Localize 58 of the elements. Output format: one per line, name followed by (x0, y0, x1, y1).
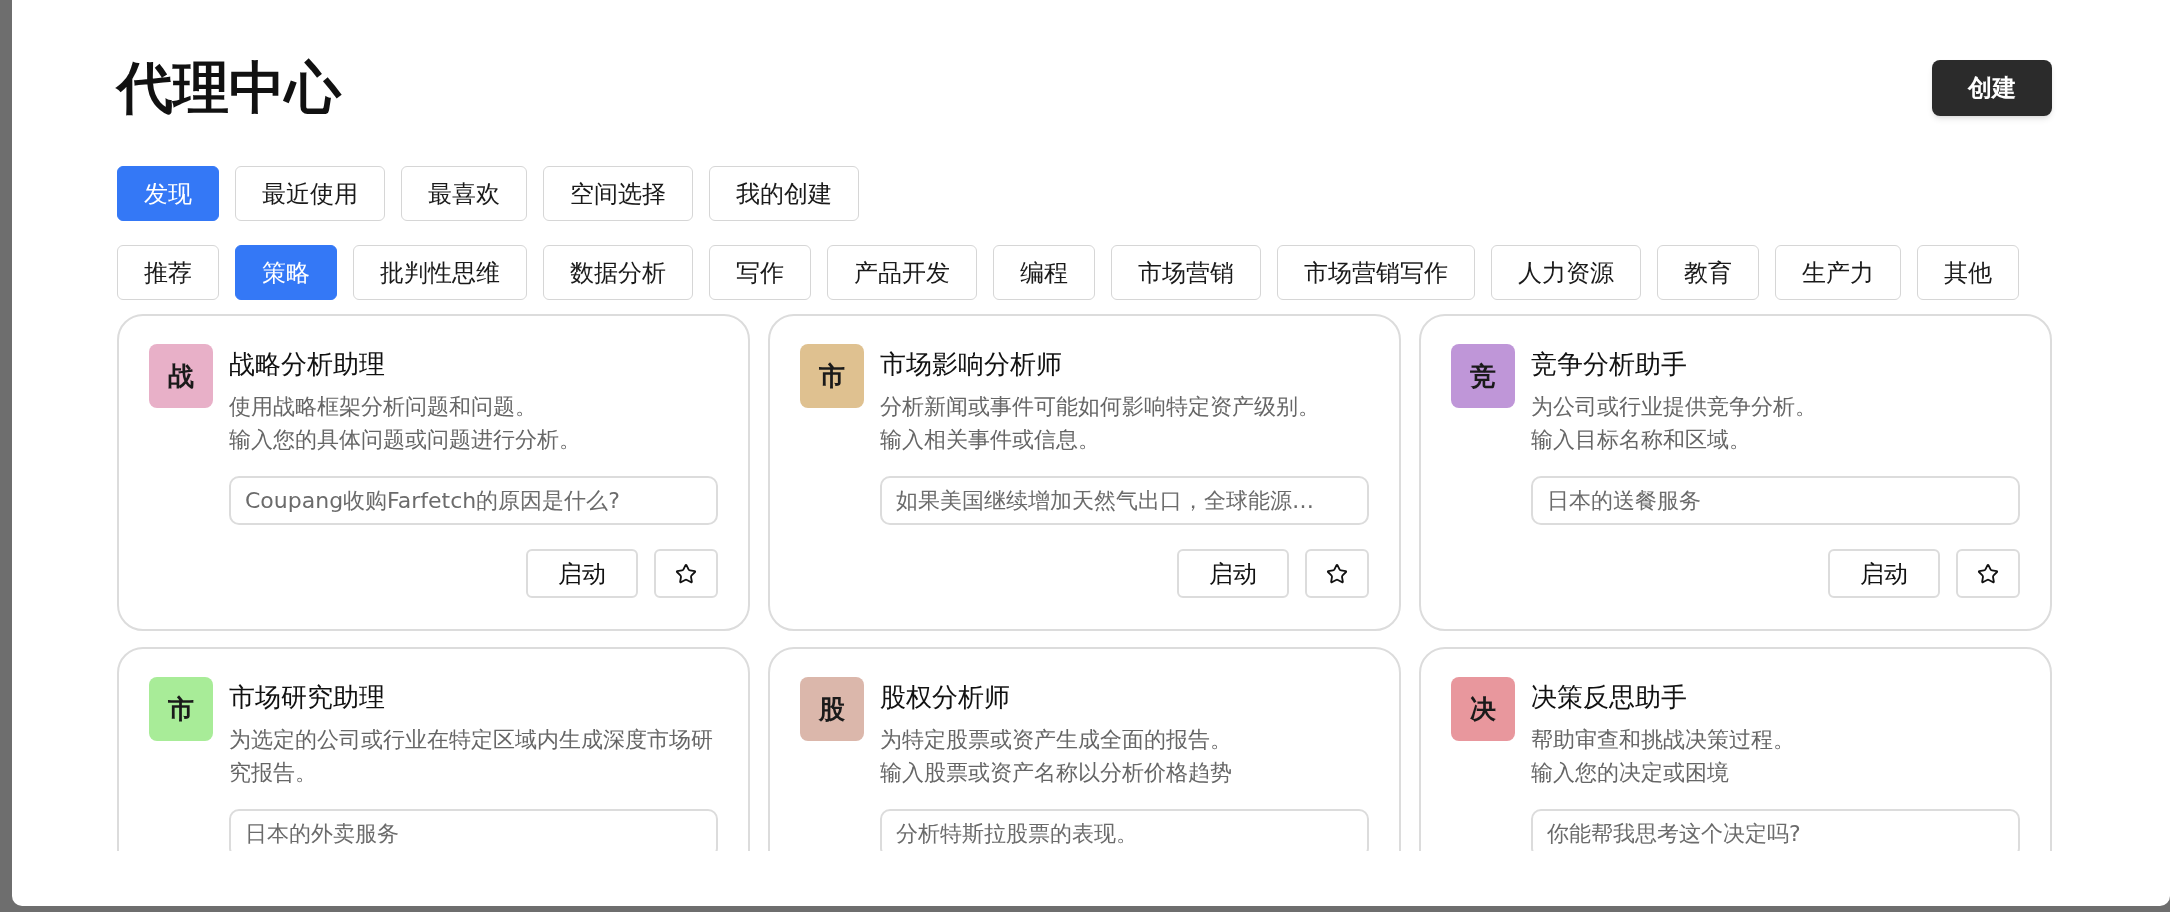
filter-tab[interactable]: 空间选择 (543, 166, 693, 221)
filter-tab[interactable]: 最近使用 (235, 166, 385, 221)
prompt-field[interactable]: 你能帮我思考这个决定吗? (1531, 809, 2020, 851)
agent-description: 输入您的决定或困境 (1531, 759, 1730, 787)
filter-tab[interactable]: 数据分析 (543, 245, 693, 300)
filter-tab[interactable]: 市场营销 (1111, 245, 1261, 300)
agent-description: 输入股票或资产名称以分析价格趋势 (880, 759, 1233, 787)
agent-description: 为公司或行业提供竞争分析。 (1531, 393, 1818, 421)
agent-avatar: 决 (1451, 677, 1515, 741)
filter-tab[interactable]: 市场营销写作 (1277, 245, 1475, 300)
agent-description: 输入相关事件或信息。 (880, 426, 1101, 454)
agent-title: 竞争分析助手 (1531, 348, 1688, 381)
agent-description: 使用战略框架分析问题和问题。 (229, 393, 538, 421)
agent-description: 输入目标名称和区域。 (1531, 426, 1752, 454)
agent-description: 分析新闻或事件可能如何影响特定资产级别。 (880, 393, 1321, 421)
filter-tab[interactable]: 推荐 (117, 245, 219, 300)
start-button[interactable]: 启动 (526, 549, 638, 598)
filter-tab[interactable]: 人力资源 (1491, 245, 1641, 300)
filter-tab[interactable]: 编程 (993, 245, 1095, 300)
favorite-button[interactable] (1305, 549, 1369, 598)
agent-avatar: 市 (149, 677, 213, 741)
start-button[interactable]: 启动 (1828, 549, 1940, 598)
filter-tab[interactable]: 其他 (1917, 245, 2019, 300)
favorite-button[interactable] (1956, 549, 2020, 598)
star-icon (1977, 562, 1999, 585)
filter-tab[interactable]: 最喜欢 (401, 166, 527, 221)
agent-title: 股权分析师 (880, 681, 1011, 714)
favorite-button[interactable] (654, 549, 718, 598)
filter-tab[interactable]: 批判性思维 (353, 245, 527, 300)
filter-tab[interactable]: 生产力 (1775, 245, 1901, 300)
agent-avatar: 竞 (1451, 344, 1515, 408)
filter-tab[interactable]: 发现 (117, 166, 219, 221)
prompt-field[interactable]: 日本的送餐服务 (1531, 476, 2020, 525)
filter-tab[interactable]: 写作 (709, 245, 811, 300)
agent-avatar: 市 (800, 344, 864, 408)
create-button[interactable]: 创建 (1932, 60, 2052, 116)
agent-title: 战略分析助理 (229, 348, 386, 381)
agent-description: 输入您的具体问题或问题进行分析。 (229, 426, 582, 454)
prompt-field[interactable]: 如果美国继续增加天然气出口，全球能源… (880, 476, 1369, 525)
filter-tab[interactable]: 教育 (1657, 245, 1759, 300)
agent-avatar: 股 (800, 677, 864, 741)
agent-title: 市场影响分析师 (880, 348, 1063, 381)
page-title: 代理中心 (117, 54, 341, 122)
filter-tab[interactable]: 我的创建 (709, 166, 859, 221)
agent-title: 市场研究助理 (229, 681, 386, 714)
agent-description: 为选定的公司或行业在特定区域内生成深度市场研究报告。 (229, 726, 714, 787)
prompt-field[interactable]: Coupang收购Farfetch的原因是什么? (229, 476, 718, 525)
agent-description: 为特定股票或资产生成全面的报告。 (880, 726, 1233, 754)
prompt-field[interactable]: 分析特斯拉股票的表现。 (880, 809, 1369, 851)
star-icon (675, 562, 697, 585)
filter-tab[interactable]: 产品开发 (827, 245, 977, 300)
prompt-field[interactable]: 日本的外卖服务 (229, 809, 718, 851)
star-icon (1326, 562, 1348, 585)
filter-tab[interactable]: 策略 (235, 245, 337, 300)
agent-description: 帮助审查和挑战决策过程。 (1531, 726, 1796, 754)
agent-avatar: 战 (149, 344, 213, 408)
agent-title: 决策反思助手 (1531, 681, 1688, 714)
start-button[interactable]: 启动 (1177, 549, 1289, 598)
